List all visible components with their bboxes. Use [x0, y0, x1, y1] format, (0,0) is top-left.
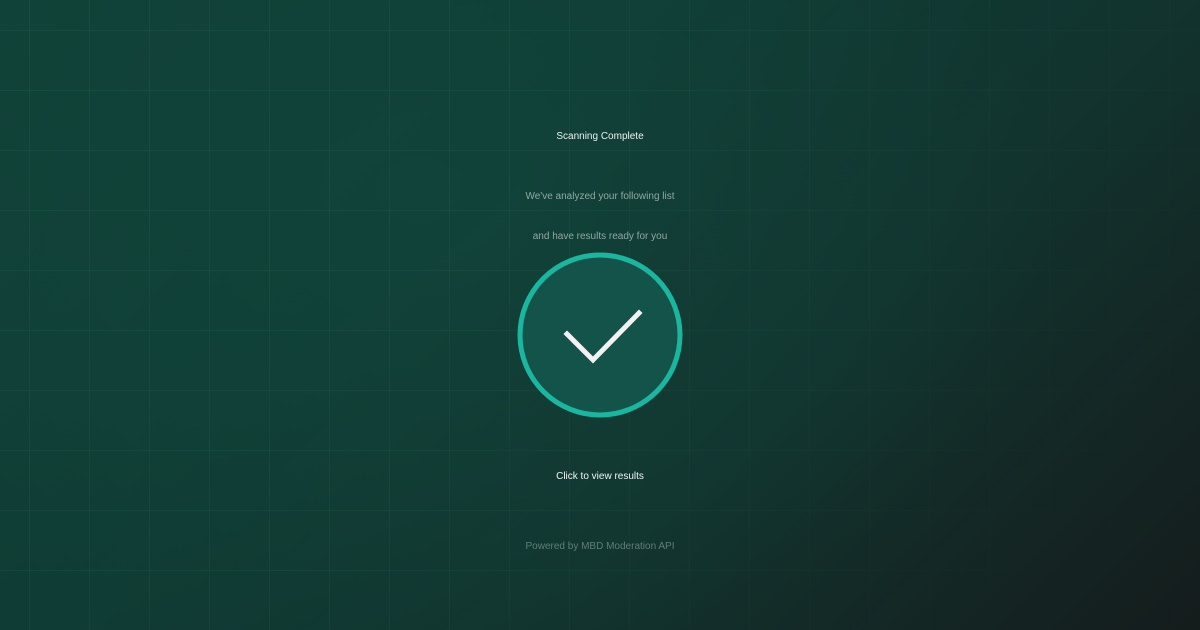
scan-status-title: Scanning Complete — [556, 131, 644, 142]
view-results-button[interactable]: Click to view results — [500, 471, 700, 483]
checkmark-icon — [517, 252, 683, 418]
scan-status-subtitle-line-1: We've analyzed your following list — [525, 191, 675, 202]
scan-complete-badge — [516, 251, 684, 419]
scan-status-subtitle-line-2: and have results ready for you — [532, 231, 668, 242]
powered-by-footer: Powered by MBD Moderation API — [525, 541, 675, 552]
